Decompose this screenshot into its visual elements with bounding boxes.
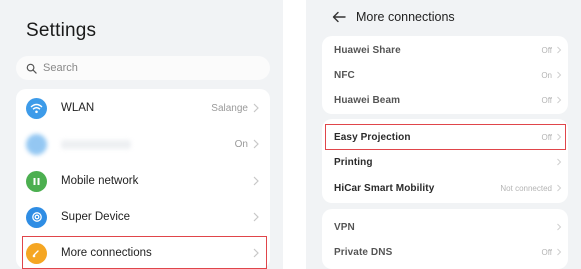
chevron-right-icon	[253, 176, 259, 186]
settings-item-label: Huawei Share	[334, 44, 401, 56]
settings-item-label	[61, 139, 131, 149]
chevron-right-icon	[557, 248, 562, 256]
settings-item-label: VPN	[334, 221, 355, 233]
settings-item-hicar[interactable]: HiCar Smart Mobility Not connected	[322, 176, 568, 200]
settings-item-label: Printing	[334, 156, 373, 168]
settings-item-value: Off	[541, 95, 552, 105]
settings-item-bluetooth[interactable]: On	[16, 131, 270, 157]
more-connections-panel: More connections Huawei Share Off NFC On…	[306, 0, 581, 269]
settings-item-label: Private DNS	[334, 246, 393, 258]
settings-group-sharing: Huawei Share Off NFC On Huawei Beam Off	[322, 36, 568, 114]
highlight-box-more-connections	[22, 236, 267, 269]
page-title: Settings	[26, 20, 97, 41]
chevron-right-icon	[253, 212, 259, 222]
settings-item-label: Huawei Beam	[334, 94, 401, 106]
settings-item-label: HiCar Smart Mobility	[334, 182, 435, 194]
settings-item-value: Off	[541, 45, 552, 55]
header: More connections	[332, 10, 455, 24]
bluetooth-icon	[26, 133, 47, 155]
page-title: More connections	[356, 10, 455, 24]
settings-panel: Settings WLAN Salange On	[0, 0, 283, 269]
settings-item-nfc[interactable]: NFC On	[322, 63, 568, 87]
settings-item-huawei-beam[interactable]: Huawei Beam Off	[322, 88, 568, 112]
settings-item-label: Mobile network	[61, 175, 139, 187]
settings-item-value: On	[541, 70, 552, 80]
chevron-right-icon	[557, 71, 562, 79]
wifi-icon	[26, 97, 47, 119]
back-arrow-icon[interactable]	[332, 11, 346, 23]
chevron-right-icon	[253, 103, 259, 113]
settings-item-private-dns[interactable]: Private DNS Off	[322, 240, 568, 264]
chevron-right-icon	[557, 223, 562, 231]
settings-item-mobile-network[interactable]: Mobile network	[16, 168, 270, 194]
search-icon	[26, 63, 37, 74]
settings-item-label: Super Device	[61, 211, 131, 223]
settings-item-printing[interactable]: Printing	[322, 150, 568, 174]
settings-item-wlan[interactable]: WLAN Salange	[16, 95, 270, 121]
super-device-icon	[26, 206, 47, 228]
settings-item-value: Off	[541, 247, 552, 257]
settings-item-value: Salange	[211, 102, 248, 114]
chevron-right-icon	[557, 184, 562, 192]
settings-item-super-device[interactable]: Super Device	[16, 204, 270, 230]
search-input[interactable]	[43, 62, 243, 74]
chevron-right-icon	[557, 158, 562, 166]
settings-item-label: WLAN	[61, 102, 95, 114]
mobile-network-icon	[26, 170, 47, 192]
settings-item-value: Not connected	[500, 183, 552, 193]
settings-item-huawei-share[interactable]: Huawei Share Off	[322, 38, 568, 62]
chevron-right-icon	[557, 96, 562, 104]
settings-item-value: On	[234, 138, 248, 150]
highlight-box-easy-projection	[325, 124, 566, 150]
chevron-right-icon	[253, 139, 259, 149]
search-bar[interactable]	[16, 56, 270, 80]
settings-group-network: VPN Private DNS Off	[322, 209, 568, 269]
chevron-right-icon	[557, 46, 562, 54]
settings-item-label: NFC	[334, 69, 355, 81]
settings-item-vpn[interactable]: VPN	[322, 215, 568, 239]
